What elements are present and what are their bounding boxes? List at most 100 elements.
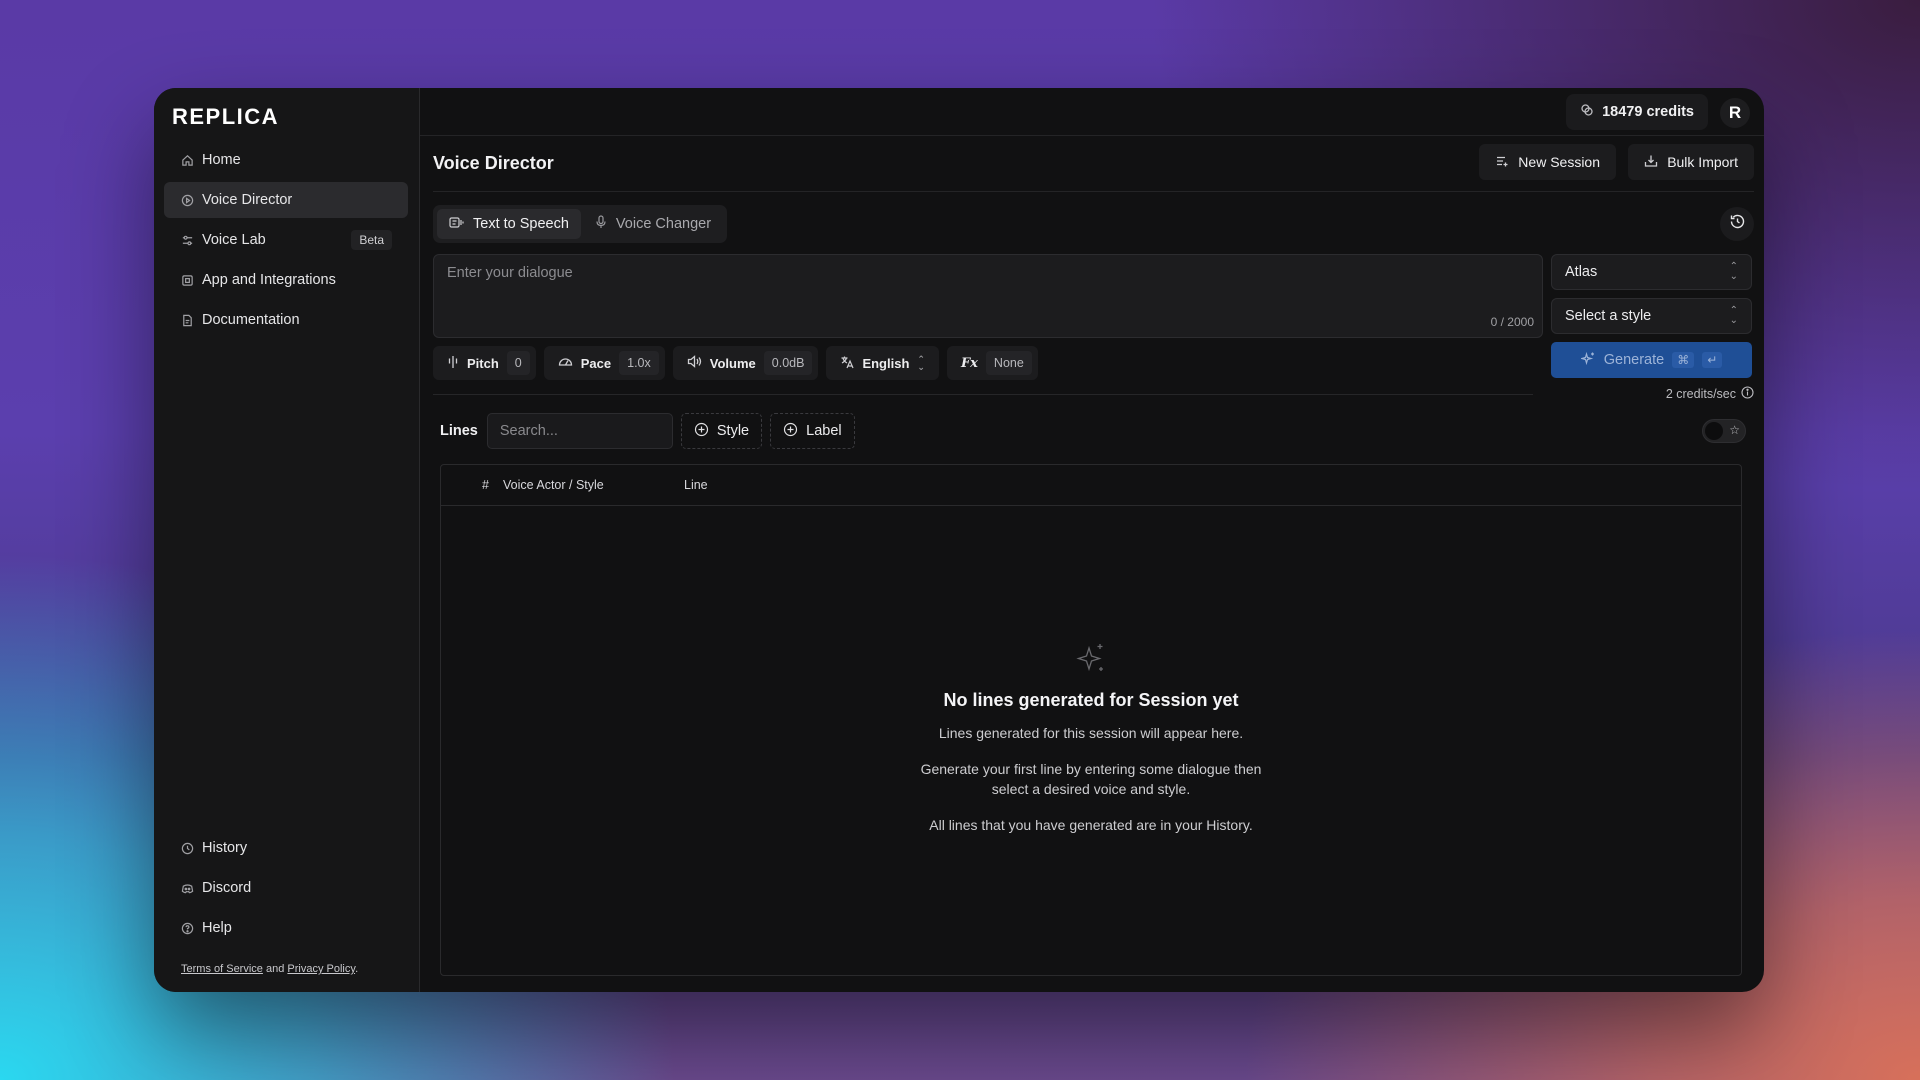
sidebar-item-history[interactable]: History [164,830,408,866]
sidebar-nav: Home Voice Director Voice Lab Beta App a… [164,142,408,342]
tab-text-to-speech[interactable]: Text to Speech [437,209,581,239]
coins-icon [1580,103,1594,121]
credits-display[interactable]: 18479 credits [1566,94,1708,130]
style-filter-label: Style [716,423,750,439]
chevron-updown-icon: ⌃ ⌄ [1729,261,1738,282]
sidebar-item-home[interactable]: Home [164,142,408,178]
volume-control[interactable]: Volume 0.0dB [672,346,819,380]
pitch-control[interactable]: Pitch 0 [433,346,536,380]
plus-circle-icon [694,422,709,441]
new-session-icon [1495,154,1509,171]
pitch-label: Pitch [467,355,499,371]
topbar: 18479 credits R [420,88,1764,136]
grid-icon [180,273,194,287]
terms-link[interactable]: Terms of Service [181,963,263,975]
volume-icon [687,355,702,371]
voice-select[interactable]: Atlas ⌃ ⌄ [1551,254,1752,290]
empty-state-text: select a desired voice and style. [991,781,1191,797]
chevron-updown-icon: ⌃ ⌄ [917,354,925,372]
volume-label: Volume [709,355,756,371]
credits-rate-text: 2 credits/sec [1665,387,1736,401]
pitch-icon [447,355,459,372]
sidebar-item-voice-director[interactable]: Voice Director [164,182,408,218]
page-title: Voice Director [433,153,554,173]
generate-button[interactable]: Generate ⌘ ↵ [1551,342,1752,378]
legal-and: and [265,963,285,975]
beta-badge: Beta [351,230,392,250]
sidebar-item-label: Help [202,920,232,936]
table-header: # Voice Actor / Style Line [441,465,1741,506]
favorites-toggle[interactable]: ☆ [1702,419,1746,443]
new-session-button[interactable]: New Session [1479,144,1616,180]
sidebar-item-label: Voice Director [202,192,293,208]
lines-search-input[interactable] [486,413,673,449]
style-select[interactable]: Select a style ⌃ ⌄ [1551,298,1752,334]
play-circle-icon [180,193,194,207]
sidebar-item-help[interactable]: Help [164,910,408,946]
dialogue-input[interactable] [434,255,1542,337]
doc-icon [180,313,194,327]
history-button[interactable] [1720,207,1754,241]
sidebar-bottom-nav: History Discord Help [164,830,408,950]
empty-state: No lines generated for Session yet Lines… [441,641,1741,835]
volume-value: 0.0dB [763,351,813,375]
sidebar-item-discord[interactable]: Discord [164,870,408,906]
bulk-import-label: Bulk Import [1667,154,1738,170]
discord-icon [180,881,194,895]
lines-table: # Voice Actor / Style Line No lines gene… [440,464,1742,976]
lines-toolbar: Lines Style Label ☆ [440,412,1746,450]
toggle-knob [1705,422,1723,440]
avatar[interactable]: R [1720,98,1750,128]
tab-voice-changer[interactable]: Voice Changer [583,209,723,239]
main-content: 18479 credits R Voice Director New Sessi… [420,88,1764,992]
page-header: Voice Director New Session Bulk Import [433,136,1754,192]
lines-label: Lines [440,423,478,439]
replica-logo[interactable]: REPLICA [172,102,302,130]
label-filter-button[interactable]: Label [770,413,855,449]
credits-rate: 2 credits/sec [1666,386,1754,402]
sliders-icon [180,233,194,247]
app-window: REPLICA Home Voice Director Voice Lab Be… [154,88,1764,992]
mic-icon [595,215,607,233]
voice-controls: Pitch 0 Pace 1.0x Volume 0.0dB English ⌃… [433,346,1038,380]
credits-text: 18479 credits [1602,104,1694,120]
help-icon [180,921,194,935]
sidebar-item-label: Documentation [202,312,300,328]
char-counter: 0 / 2000 [1490,315,1534,329]
sidebar-item-documentation[interactable]: Documentation [164,302,408,338]
column-header-voice-actor: Voice Actor / Style [503,478,604,492]
column-header-number: # [482,478,489,492]
translate-icon [840,355,854,372]
empty-state-text: Lines generated for this session will ap… [938,725,1244,741]
bulk-import-button[interactable]: Bulk Import [1628,144,1754,180]
style-filter-button[interactable]: Style [680,413,763,449]
sidebar-item-label: Discord [202,880,252,896]
pace-label: Pace [580,355,612,371]
sidebar-item-voice-lab[interactable]: Voice Lab Beta [164,222,408,258]
enter-key: ↵ [1702,352,1723,368]
empty-state-text: All lines that you have generated are in… [929,817,1253,833]
privacy-link[interactable]: Privacy Policy [287,963,355,975]
mode-tabs: Text to Speech Voice Changer [433,205,728,243]
gauge-icon [558,355,573,372]
voice-select-value: Atlas [1565,264,1598,280]
pace-control[interactable]: Pace 1.0x [543,346,665,380]
info-icon[interactable] [1741,386,1754,402]
divider [433,394,1533,395]
pitch-value: 0 [506,351,530,375]
svg-text:REPLICA: REPLICA [172,104,279,129]
column-header-line: Line [684,478,708,492]
sidebar-item-app-integrations[interactable]: App and Integrations [164,262,408,298]
language-value: English [862,355,910,371]
generate-label: Generate [1603,352,1665,368]
new-session-label: New Session [1518,154,1600,170]
speech-icon [449,216,464,233]
style-select-value: Select a style [1565,308,1652,324]
label-filter-label: Label [806,423,842,439]
empty-state-text: Generate your first line by entering som… [920,761,1262,777]
plus-circle-icon [783,422,798,441]
fx-control[interactable]: Fx None [946,346,1038,380]
sparkle-icon [1579,351,1596,370]
language-select[interactable]: English ⌃ ⌄ [826,346,939,380]
fx-label: Fx [960,355,978,371]
